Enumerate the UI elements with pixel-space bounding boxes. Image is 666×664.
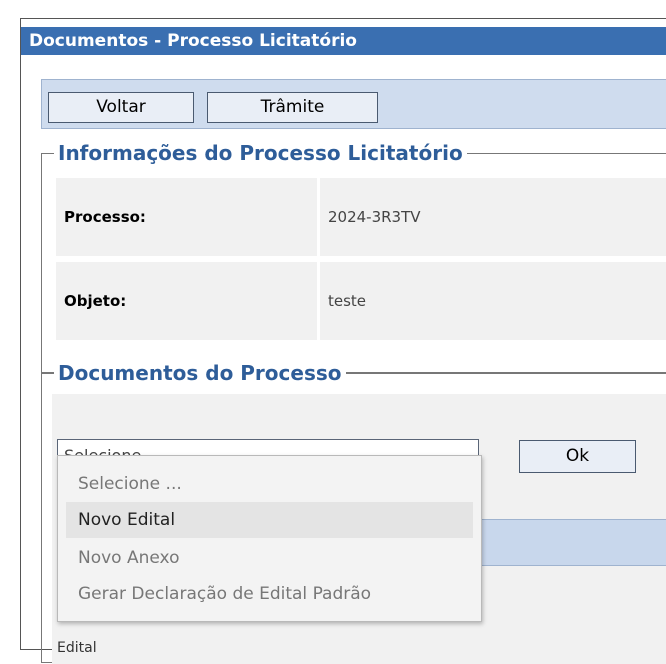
document-row-partial: Edital xyxy=(57,640,97,656)
document-type-dropdown: Selecione ... Novo Edital Novo Anexo Ger… xyxy=(57,455,482,622)
dropdown-option-novo-edital[interactable]: Novo Edital xyxy=(66,502,473,538)
toolbar: Voltar Trâmite xyxy=(41,79,666,129)
window-title: Documentos - Processo Licitatório xyxy=(21,27,666,55)
dropdown-option-gerar-declaracao[interactable]: Gerar Declaração de Edital Padrão xyxy=(66,576,473,612)
process-label: Processo: xyxy=(56,178,317,256)
documents-table-header xyxy=(479,519,666,566)
dropdown-option-selecione[interactable]: Selecione ... xyxy=(66,466,473,502)
process-info-legend: Informações do Processo Licitatório xyxy=(54,138,467,168)
documents-legend: Documentos do Processo xyxy=(54,358,346,388)
back-button[interactable]: Voltar xyxy=(48,92,194,123)
object-value: teste xyxy=(320,262,666,340)
ok-button[interactable]: Ok xyxy=(519,440,636,473)
tramite-button[interactable]: Trâmite xyxy=(207,92,378,123)
process-info-section: Informações do Processo Licitatório Proc… xyxy=(41,138,666,373)
dropdown-option-novo-anexo[interactable]: Novo Anexo xyxy=(66,540,473,576)
object-label: Objeto: xyxy=(56,262,317,340)
process-value: 2024-3R3TV xyxy=(320,178,666,256)
